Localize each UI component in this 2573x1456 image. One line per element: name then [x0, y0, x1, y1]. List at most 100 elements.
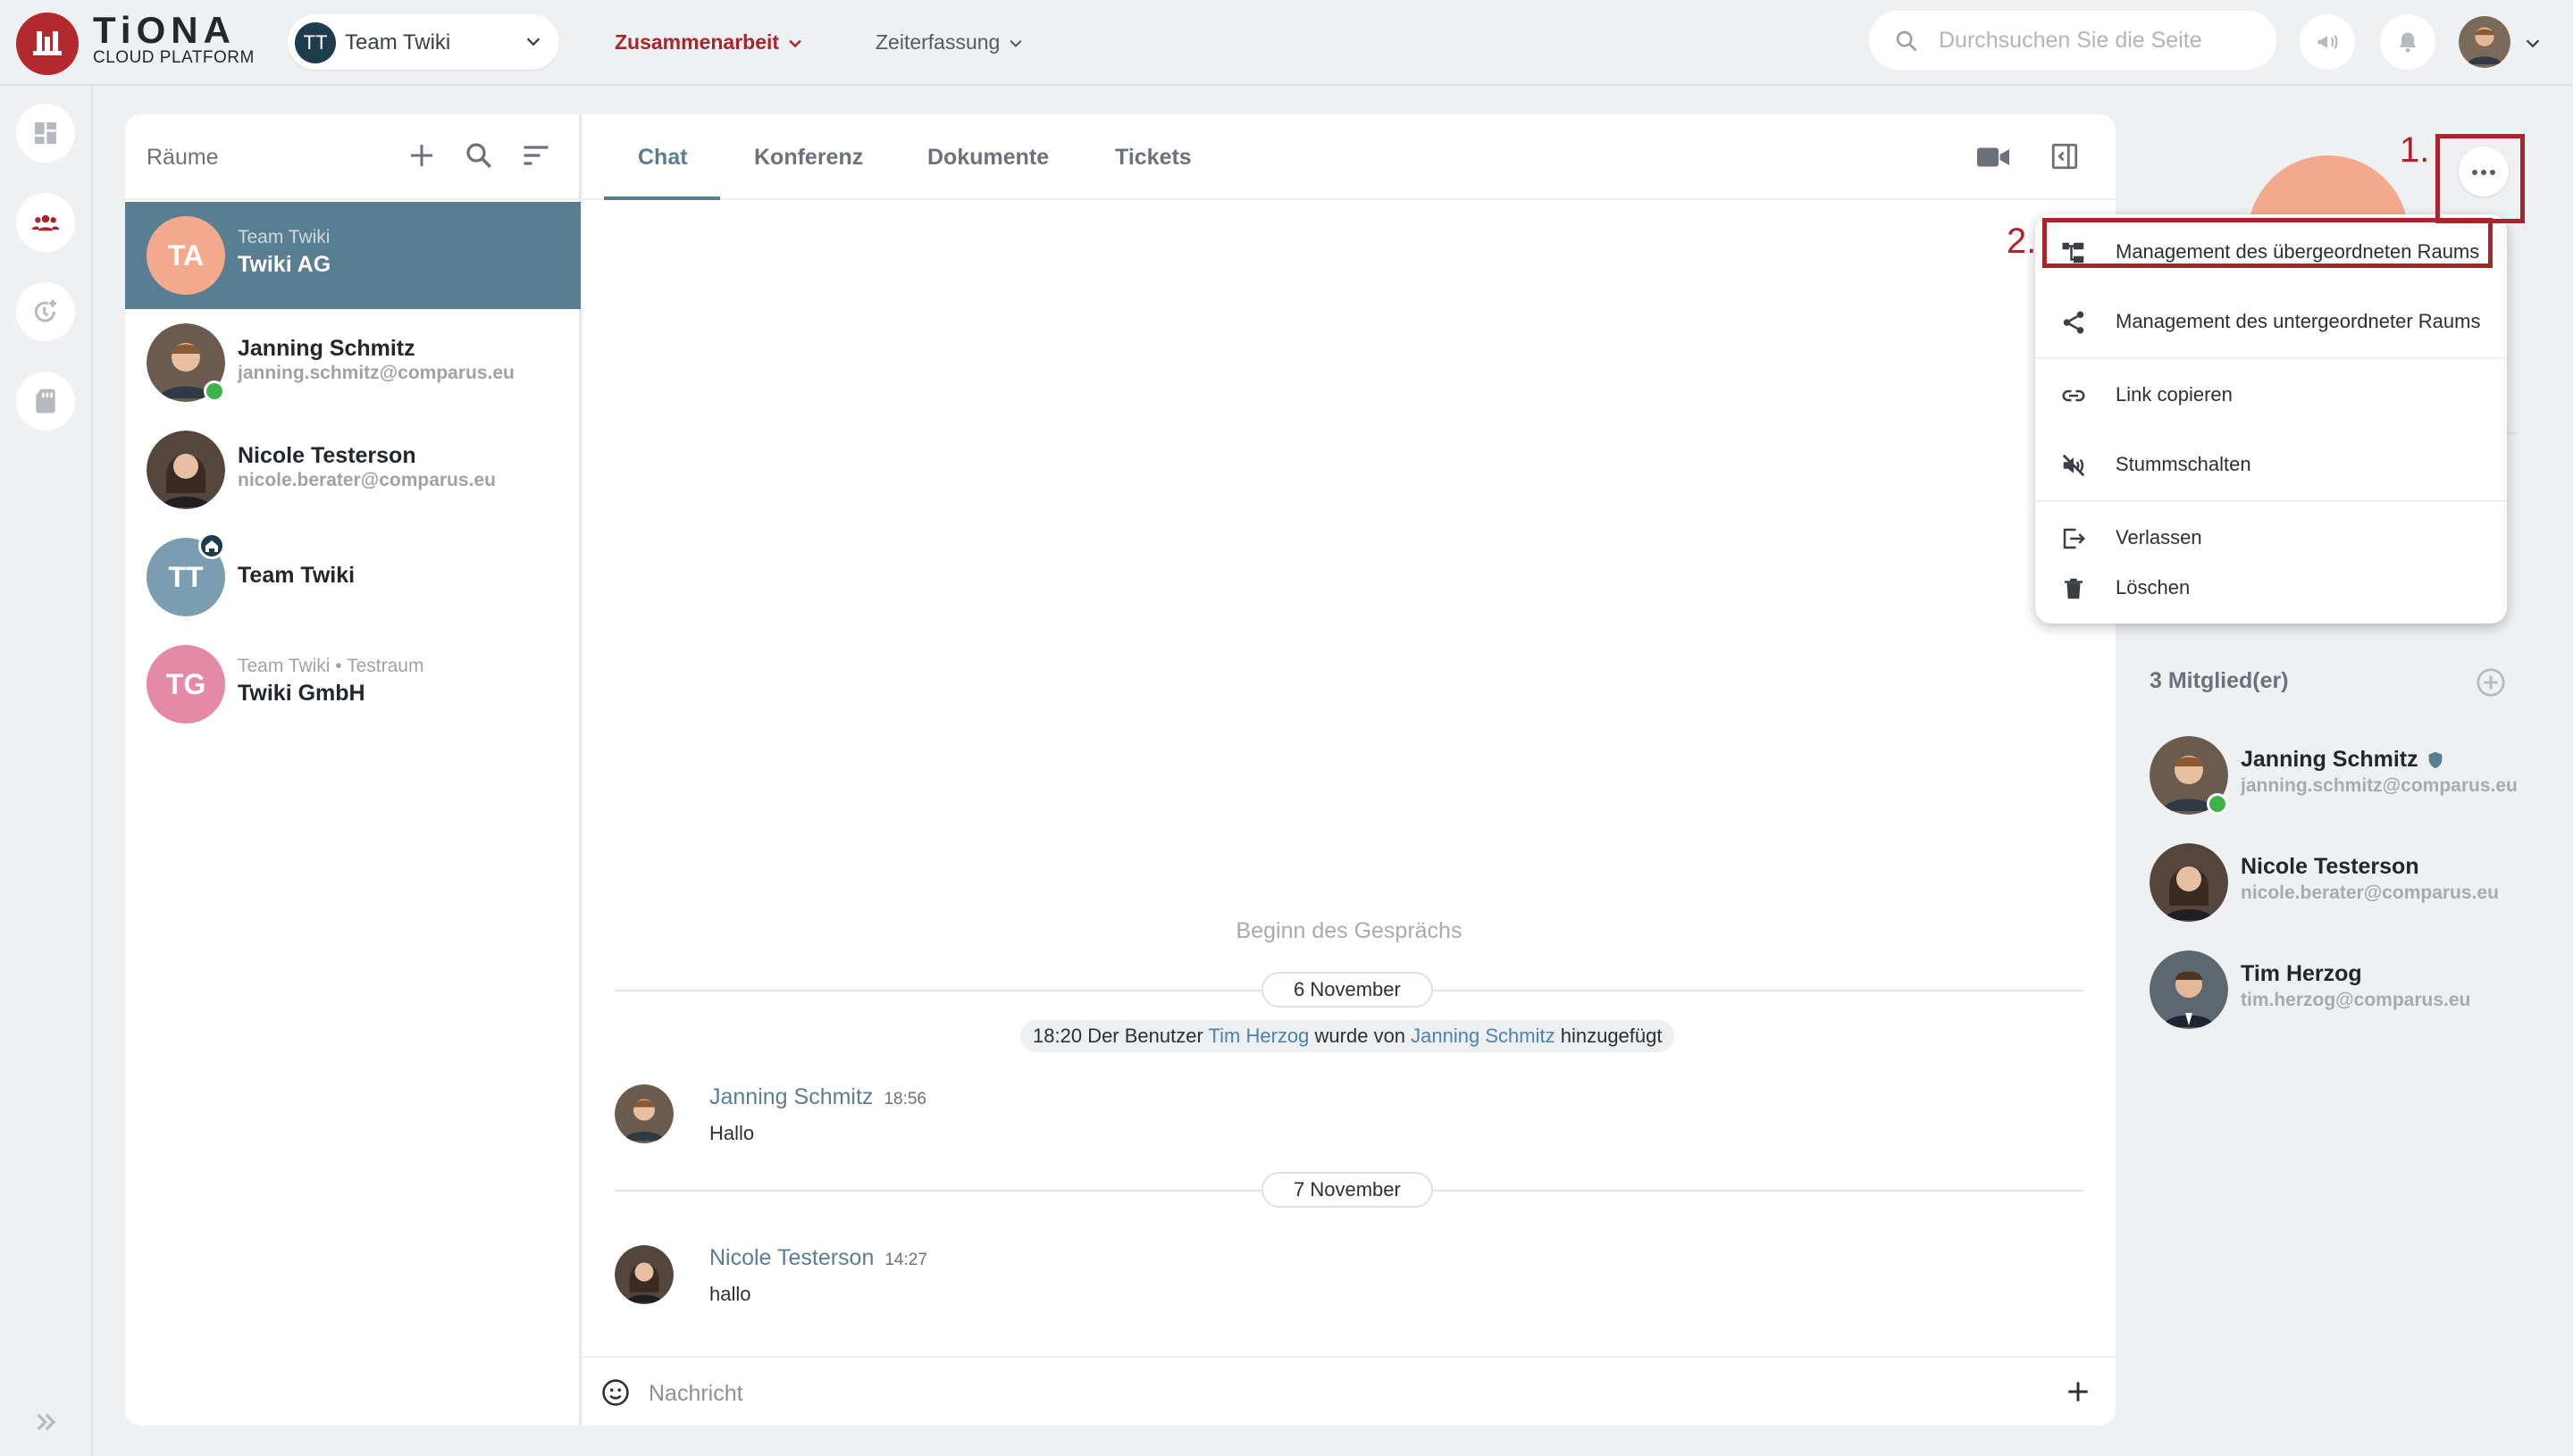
- add-attachment-icon[interactable]: [2064, 1377, 2092, 1406]
- room-avatar: TG: [147, 645, 225, 724]
- avatar: [2150, 843, 2228, 922]
- search-icon: [1896, 30, 1917, 52]
- search-icon[interactable]: [463, 139, 495, 172]
- share-icon: [2063, 311, 2084, 334]
- system-message-text: hinzugefügt: [1560, 1025, 1663, 1047]
- side-rail: [0, 86, 93, 1456]
- tab-tickets[interactable]: Tickets: [1115, 145, 1192, 171]
- toggle-sidebar-icon[interactable]: [2049, 141, 2080, 172]
- user-link[interactable]: Tim Herzog: [1209, 1025, 1310, 1047]
- user-link[interactable]: Janning Schmitz: [1411, 1025, 1555, 1047]
- member-email: tim.herzog@comparus.eu: [2241, 990, 2471, 1010]
- team-selector[interactable]: TT Team Twiki: [288, 14, 559, 70]
- room-name: Twiki GmbH: [238, 681, 365, 706]
- annotation-step2-label: 2.: [2007, 222, 2037, 261]
- tab-chat[interactable]: Chat: [638, 145, 688, 171]
- menu-item-child-room[interactable]: Management des untergeordneter Raums: [2035, 288, 2507, 356]
- message-author[interactable]: Janning Schmitz 18:56: [709, 1084, 926, 1110]
- menu-item-copy-link[interactable]: Link copieren: [2035, 361, 2507, 429]
- chevron-down-icon: [1010, 39, 1022, 47]
- member-name: Tim Herzog: [2241, 961, 2362, 986]
- rooms-header: Räume: [125, 114, 581, 200]
- logo-subtitle: CLOUD PLATFORM: [93, 48, 255, 67]
- annotation-step1-label: 1.: [2400, 130, 2430, 170]
- message-text: hallo: [709, 1283, 751, 1305]
- room-avatar: TA: [147, 216, 225, 295]
- trash-icon: [2065, 578, 2083, 599]
- rail-dashboard[interactable]: [16, 104, 75, 163]
- divider: [2035, 500, 2507, 502]
- sort-icon[interactable]: [520, 139, 552, 172]
- video-call-icon[interactable]: [1974, 141, 2012, 173]
- menu-item-delete[interactable]: Löschen: [2035, 554, 2507, 622]
- online-status-indicator: [204, 381, 225, 402]
- add-icon[interactable]: [406, 139, 438, 172]
- bell-icon: [2399, 32, 2417, 53]
- tab-dokumente[interactable]: Dokumente: [927, 145, 1049, 171]
- annotation-highlight-step1: [2435, 134, 2525, 223]
- search-input[interactable]: [1939, 25, 2260, 55]
- rail-time-tracking[interactable]: [16, 282, 75, 341]
- avatar[interactable]: [615, 1245, 674, 1304]
- room-name: Janning Schmitz: [238, 336, 415, 361]
- room-email: nicole.berater@comparus.eu: [238, 470, 496, 490]
- nav-zeiterfassung[interactable]: Zeiterfassung: [876, 30, 1025, 54]
- message-input[interactable]: [649, 1377, 1989, 1410]
- user-menu[interactable]: [2459, 14, 2559, 70]
- rail-documents[interactable]: [16, 372, 75, 431]
- emoji-icon[interactable]: [600, 1377, 631, 1408]
- author-name: Janning Schmitz: [709, 1084, 874, 1109]
- menu-item-label: Stummschalten: [2116, 453, 2251, 475]
- member-item[interactable]: Janning Schmitz janning.schmitz@comparus…: [2150, 736, 2543, 822]
- member-item[interactable]: Tim Herzog tim.herzog@comparus.eu: [2150, 950, 2543, 1036]
- message-time: 18:56: [884, 1090, 926, 1109]
- add-member-icon[interactable]: [2475, 666, 2507, 699]
- search-box[interactable]: [1869, 11, 2276, 70]
- member-item[interactable]: Nicole Testerson nicole.berater@comparus…: [2150, 843, 2543, 929]
- rail-collaboration[interactable]: [16, 193, 75, 252]
- chat-header: Chat Konferenz Dokumente Tickets: [582, 114, 2116, 200]
- room-item-team-twiki[interactable]: TT Team Twiki: [125, 523, 581, 631]
- group-icon: [31, 214, 60, 231]
- room-name: Nicole Testerson: [238, 443, 416, 468]
- nav-zusammenarbeit[interactable]: Zusammenarbeit: [615, 30, 804, 54]
- menu-item-label: Management des untergeordneter Raums: [2116, 310, 2481, 332]
- avatar[interactable]: [615, 1084, 674, 1143]
- menu-item-mute[interactable]: Stummschalten: [2035, 431, 2507, 498]
- team-avatar: TT: [295, 22, 336, 63]
- team-name: Team Twiki: [345, 30, 451, 54]
- room-item-twiki-ag[interactable]: TA Team Twiki Twiki AG: [125, 202, 581, 309]
- message-author[interactable]: Nicole Testerson 14:27: [709, 1245, 927, 1271]
- member-name: Janning Schmitz: [2241, 747, 2418, 772]
- tiona-logo-icon[interactable]: [16, 13, 79, 75]
- announcement-button[interactable]: [2300, 14, 2355, 70]
- nav-label: Zeiterfassung: [876, 30, 1001, 54]
- room-item-janning-schmitz[interactable]: Janning Schmitz janning.schmitz@comparus…: [125, 309, 581, 416]
- rooms-title: Räume: [147, 145, 219, 170]
- room-item-nicole-testerson[interactable]: Nicole Testerson nicole.berater@comparus…: [125, 416, 581, 523]
- double-chevron-right-icon[interactable]: [32, 1408, 61, 1436]
- rooms-panel: Räume TA Team Twiki Twiki AG Janning Sch…: [125, 114, 581, 1426]
- user-avatar: [2459, 16, 2510, 68]
- room-item-twiki-gmbh[interactable]: TG Team Twiki • Testraum Twiki GmbH: [125, 631, 581, 738]
- notifications-button[interactable]: [2380, 14, 2435, 70]
- author-name: Nicole Testerson: [709, 1245, 875, 1270]
- message-composer: [582, 1356, 2116, 1426]
- annotation-highlight-step2: [2042, 218, 2493, 268]
- online-status-indicator: [2207, 793, 2228, 815]
- divider: [2035, 357, 2507, 359]
- member-name-row: Janning Schmitz: [2241, 747, 2445, 773]
- top-bar: TiONA CLOUD PLATFORM TT Team Twiki Zusam…: [0, 0, 2573, 86]
- system-message-text: Der Benutzer: [1087, 1025, 1203, 1047]
- chat-message: Janning Schmitz 18:56 Hallo: [615, 1084, 1419, 1156]
- chevron-down-icon: [789, 39, 801, 48]
- shield-icon: [2428, 752, 2442, 769]
- system-message: 18:20 Der Benutzer Tim Herzog wurde von …: [1020, 1020, 1675, 1052]
- clock-plus-icon: [34, 299, 56, 322]
- nav-label: Zusammenarbeit: [615, 30, 780, 54]
- dashboard-icon: [35, 122, 56, 144]
- members-count: 3 Mitglied(er): [2150, 668, 2289, 693]
- date-separator: 7 November: [1261, 1172, 1433, 1208]
- active-tab-indicator: [604, 197, 720, 200]
- tab-konferenz[interactable]: Konferenz: [754, 145, 863, 171]
